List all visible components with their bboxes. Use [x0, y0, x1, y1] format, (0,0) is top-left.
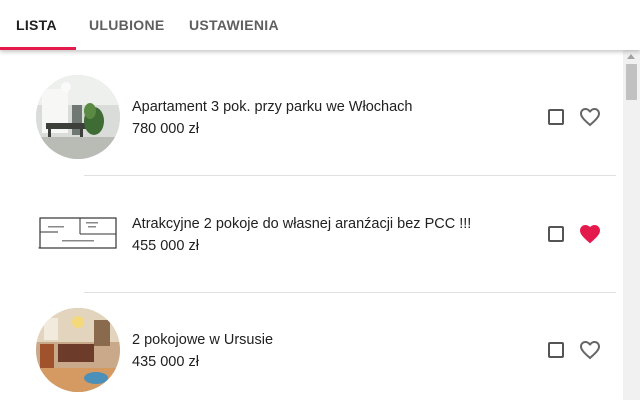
compare-checkbox[interactable]	[548, 109, 564, 125]
tab-bar: LISTA ULUBIONE USTAWIENIA	[0, 0, 640, 50]
heart-filled-icon[interactable]	[578, 222, 602, 246]
compare-checkbox[interactable]	[548, 226, 564, 242]
list-item[interactable]: Atrakcyjne 2 pokoje do własnej aranźacji…	[0, 176, 616, 292]
list-item[interactable]: 2 pokojowe w Ursusie 435 000 zł	[0, 292, 616, 408]
tab-lista[interactable]: LISTA	[16, 0, 57, 50]
list-item[interactable]: Apartament 3 pok. przy parku we Włochach…	[0, 59, 616, 175]
scrollbar[interactable]	[623, 50, 640, 400]
active-tab-indicator	[0, 47, 76, 50]
listing-title[interactable]: Apartament 3 pok. przy parku we Włochach	[132, 99, 412, 115]
tab-ustawienia[interactable]: USTAWIENIA	[189, 0, 279, 50]
listing-thumbnail	[36, 308, 120, 392]
compare-checkbox[interactable]	[548, 342, 564, 358]
scrollbar-thumb[interactable]	[626, 64, 637, 100]
listing-thumbnail	[36, 75, 120, 159]
listing-price: 780 000 zł	[132, 121, 199, 137]
listing-title[interactable]: 2 pokojowe w Ursusie	[132, 332, 273, 348]
tab-ulubione[interactable]: ULUBIONE	[89, 0, 165, 50]
listing-price: 435 000 zł	[132, 354, 199, 370]
listing-title[interactable]: Atrakcyjne 2 pokoje do własnej aranźacji…	[132, 216, 471, 232]
listing-thumbnail	[36, 192, 120, 276]
heart-outline-icon[interactable]	[578, 338, 602, 362]
heart-outline-icon[interactable]	[578, 105, 602, 129]
listing-price: 455 000 zł	[132, 238, 199, 254]
listing-list: Apartament 3 pok. przy parku we Włochach…	[0, 50, 640, 400]
scroll-up-arrow-icon[interactable]	[627, 54, 635, 59]
